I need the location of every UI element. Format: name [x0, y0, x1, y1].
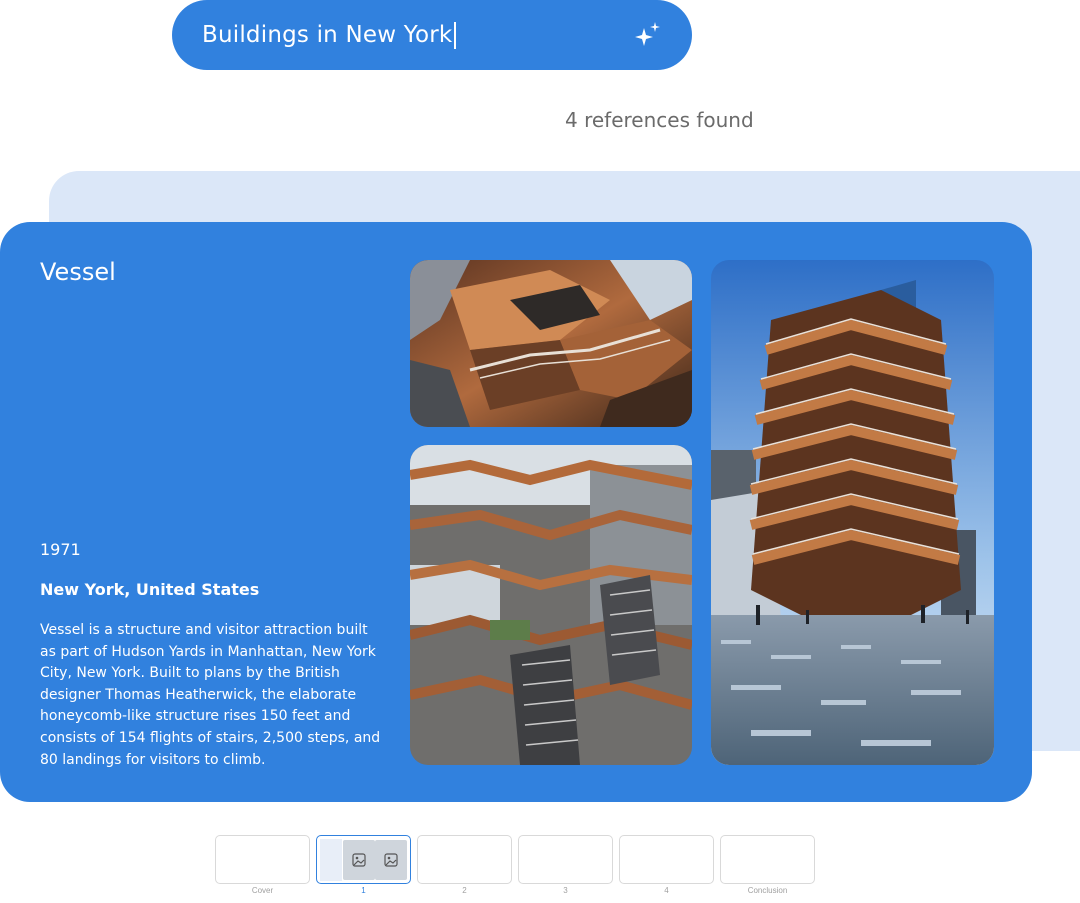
search-input[interactable]: Buildings in New York [202, 22, 452, 48]
image-icon [343, 840, 375, 880]
thumbnail-slide-4[interactable]: 4 [619, 835, 714, 895]
slide-thumbnail-strip: Cover 1 2 3 4 Conclusion [215, 835, 825, 903]
thumbnail-cover[interactable]: Cover [215, 835, 310, 895]
sparkle-icon[interactable] [632, 20, 662, 50]
vessel-photo-exterior[interactable] [711, 260, 994, 765]
text-caret [454, 21, 457, 49]
thumbnail-slide-2[interactable]: 2 [417, 835, 512, 895]
results-count: 4 references found [565, 108, 754, 132]
thumbnail-label: Conclusion [747, 886, 788, 895]
thumbnail-label: 4 [664, 886, 669, 895]
card-location: New York, United States [40, 580, 260, 599]
thumbnail-preview[interactable] [518, 835, 613, 884]
thumbnail-conclusion[interactable]: Conclusion [720, 835, 815, 895]
vessel-photo-interior[interactable] [410, 445, 692, 765]
thumbnail-label: 2 [462, 886, 467, 895]
thumbnail-slide-3[interactable]: 3 [518, 835, 613, 895]
thumbnail-label: 1 [361, 886, 366, 895]
reference-card[interactable]: Vessel 1971 New York, United States Vess… [0, 222, 1032, 802]
image-icon [375, 840, 407, 880]
thumbnail-label: 3 [563, 886, 568, 895]
thumbnail-label: Cover [251, 886, 274, 895]
thumbnail-preview[interactable] [619, 835, 714, 884]
thumbnail-preview[interactable] [417, 835, 512, 884]
search-bar[interactable]: Buildings in New York [172, 0, 692, 70]
thumbnail-preview[interactable] [720, 835, 815, 884]
card-year: 1971 [40, 540, 81, 559]
thumbnail-slide-1[interactable]: 1 [316, 835, 411, 895]
thumbnail-preview[interactable] [316, 835, 411, 884]
card-description: Vessel is a structure and visitor attrac… [40, 622, 381, 768]
thumbnail-preview[interactable] [215, 835, 310, 884]
mini-text-panel [320, 839, 342, 881]
vessel-photo-closeup[interactable] [410, 260, 692, 427]
card-title: Vessel [40, 258, 116, 286]
